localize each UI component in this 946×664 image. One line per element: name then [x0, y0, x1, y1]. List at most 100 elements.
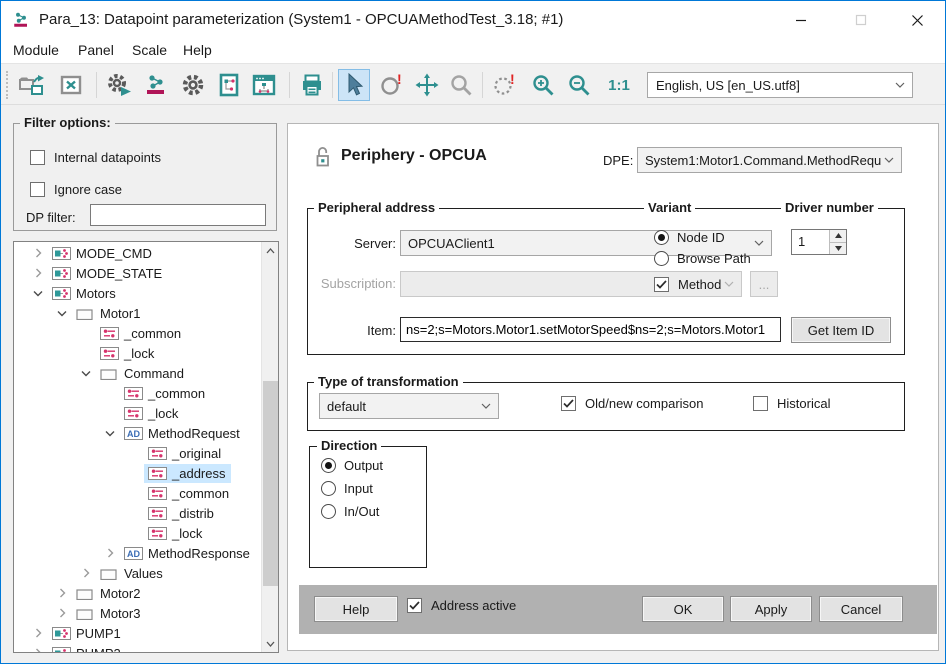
- toolbar-separator: [96, 72, 97, 98]
- address-active-checkbox[interactable]: Address active: [407, 598, 516, 613]
- chevron-down-icon[interactable]: [52, 305, 72, 321]
- tree-item-body: Motor1: [72, 304, 146, 323]
- tree-item-motor2[interactable]: Motor2: [14, 583, 261, 603]
- input-radio[interactable]: Input: [321, 481, 373, 496]
- tree-item-body: _common: [144, 484, 235, 503]
- scrollbar-thumb[interactable]: [263, 381, 278, 586]
- zoom-reset-button[interactable]: 1:1: [599, 69, 639, 101]
- radio-icon: [321, 458, 336, 473]
- tree-item-distrib[interactable]: _distrib: [14, 503, 261, 523]
- spin-up-icon[interactable]: [830, 230, 846, 243]
- radio-icon: [654, 251, 669, 266]
- output-radio[interactable]: Output: [321, 458, 383, 473]
- chevron-down-icon[interactable]: [28, 285, 48, 301]
- scroll-up-icon[interactable]: [262, 242, 279, 259]
- tree-item-label: Motor3: [100, 606, 140, 621]
- chevron-down-icon[interactable]: [76, 365, 96, 381]
- browse-path-radio[interactable]: Browse Path: [654, 251, 751, 266]
- select-cursor-button[interactable]: [338, 69, 370, 101]
- historical-checkbox[interactable]: Historical: [753, 396, 830, 411]
- tree-scrollbar[interactable]: [261, 242, 278, 652]
- chevron-right-icon[interactable]: [100, 545, 120, 561]
- toolbar-grip[interactable]: [6, 71, 8, 99]
- tree-item-common[interactable]: _common: [14, 383, 261, 403]
- settings-gear-button[interactable]: [177, 69, 209, 101]
- node-id-radio[interactable]: Node ID: [654, 230, 725, 245]
- node-id-label: Node ID: [677, 230, 725, 245]
- tree-item-address[interactable]: _address: [14, 463, 261, 483]
- gear-play-button[interactable]: [103, 69, 135, 101]
- ignore-case-checkbox[interactable]: Ignore case: [30, 182, 122, 197]
- tree-item-motor1[interactable]: Motor1: [14, 303, 261, 323]
- chevron-right-icon[interactable]: [28, 645, 48, 653]
- tree-item-mode_state[interactable]: MODE_STATE: [14, 263, 261, 283]
- scroll-down-icon[interactable]: [262, 635, 279, 652]
- in-out-radio[interactable]: In/Out: [321, 504, 379, 519]
- svg-text:!: !: [397, 72, 402, 87]
- zoom-in-button[interactable]: [527, 69, 559, 101]
- tree-item-lock[interactable]: _lock: [14, 523, 261, 543]
- menu-bar: Module Panel Scale Help: [1, 39, 945, 63]
- tree-item-original[interactable]: _original: [14, 443, 261, 463]
- menu-panel[interactable]: Panel: [78, 42, 114, 58]
- tree-item-body: _lock: [120, 404, 184, 423]
- dpe-select[interactable]: System1:Motor1.Command.MethodRequ: [637, 147, 902, 173]
- tree-item-lock[interactable]: _lock: [14, 343, 261, 363]
- magnifier-button[interactable]: [445, 69, 477, 101]
- close-panel-button[interactable]: [55, 69, 87, 101]
- tree-item-methodresponse[interactable]: ADMethodResponse: [14, 543, 261, 563]
- chevron-down-icon: [895, 82, 905, 88]
- module-window-button[interactable]: [213, 69, 245, 101]
- transformation-select[interactable]: default: [319, 393, 499, 419]
- tree-item-pump2[interactable]: PUMP2: [14, 643, 261, 653]
- filter-options-legend: Filter options:: [20, 115, 115, 130]
- chevron-right-icon[interactable]: [28, 245, 48, 261]
- maximize-button[interactable]: [838, 1, 884, 39]
- toolbar-separator: [482, 72, 483, 98]
- internal-datapoints-checkbox[interactable]: Internal datapoints: [30, 150, 161, 165]
- dp-filter-input[interactable]: [90, 204, 266, 226]
- old-new-comparison-checkbox[interactable]: Old/new comparison: [561, 396, 704, 411]
- tree-item-mode_cmd[interactable]: MODE_CMD: [14, 243, 261, 263]
- menu-module[interactable]: Module: [13, 42, 59, 58]
- close-button[interactable]: [890, 1, 945, 39]
- method-checkbox[interactable]: Method: [654, 277, 721, 292]
- menu-scale[interactable]: Scale: [132, 42, 167, 58]
- menu-help[interactable]: Help: [183, 42, 212, 58]
- panel-tree-button[interactable]: [248, 69, 280, 101]
- tree-item-lock[interactable]: _lock: [14, 403, 261, 423]
- para-module-button[interactable]: [140, 69, 172, 101]
- print-button[interactable]: [296, 69, 328, 101]
- tree-item-motor3[interactable]: Motor3: [14, 603, 261, 623]
- help-button[interactable]: Help: [314, 596, 398, 622]
- minimize-button[interactable]: [778, 1, 824, 39]
- chevron-right-icon[interactable]: [28, 265, 48, 281]
- tree-item-common[interactable]: _common: [14, 483, 261, 503]
- tree-item-methodrequest[interactable]: ADMethodRequest: [14, 423, 261, 443]
- move-button[interactable]: [411, 69, 443, 101]
- open-panel-button[interactable]: [15, 69, 47, 101]
- get-item-id-button[interactable]: Get Item ID: [791, 317, 891, 343]
- item-input[interactable]: [400, 317, 781, 342]
- zoom-out-button[interactable]: [563, 69, 595, 101]
- tree-item-command[interactable]: Command: [14, 363, 261, 383]
- tree-item-common[interactable]: _common: [14, 323, 261, 343]
- chevron-down-icon[interactable]: [100, 425, 120, 441]
- driver-number-spinner[interactable]: 1: [791, 229, 847, 255]
- chevron-right-icon[interactable]: [28, 625, 48, 641]
- apply-button[interactable]: Apply: [730, 596, 812, 622]
- ok-button[interactable]: OK: [642, 596, 724, 622]
- chevron-right-icon[interactable]: [52, 605, 72, 621]
- tree-item-pump1[interactable]: PUMP1: [14, 623, 261, 643]
- refresh-alert-button[interactable]: !: [376, 69, 408, 101]
- tree-item-values[interactable]: Values: [14, 563, 261, 583]
- chevron-right-icon[interactable]: [76, 565, 96, 581]
- refresh-dotted-alert-button[interactable]: !: [489, 69, 521, 101]
- tree-item-label: Command: [124, 366, 184, 381]
- chevron-right-icon[interactable]: [52, 585, 72, 601]
- cancel-button[interactable]: Cancel: [819, 596, 903, 622]
- spin-down-icon[interactable]: [830, 243, 846, 255]
- tree-item-body: PUMP1: [48, 624, 127, 643]
- tree-item-motors[interactable]: Motors: [14, 283, 261, 303]
- language-select[interactable]: English, US [en_US.utf8]: [647, 72, 913, 98]
